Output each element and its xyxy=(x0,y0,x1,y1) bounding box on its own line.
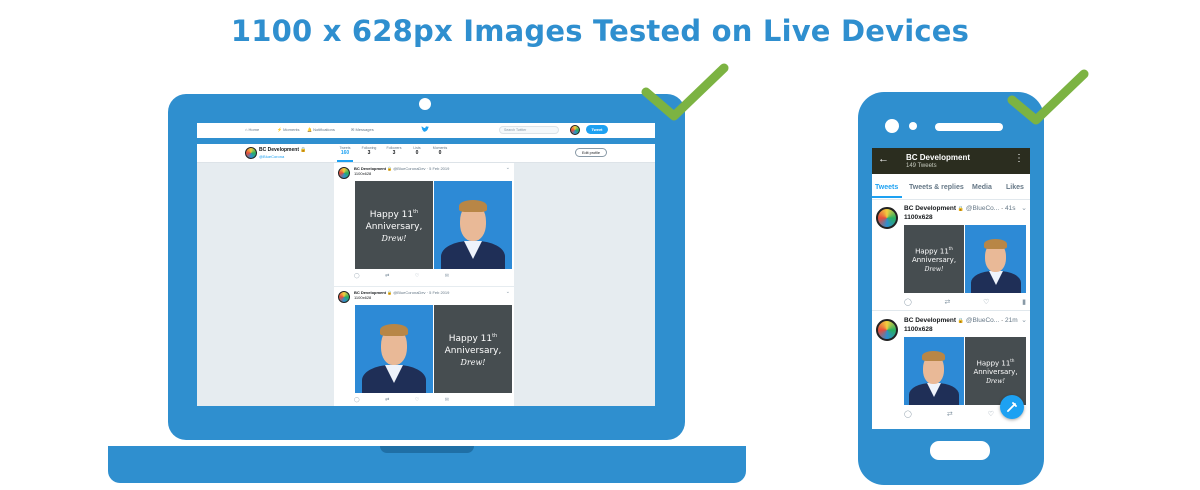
compose-icon xyxy=(1007,402,1017,412)
tweet-image-left[interactable]: Happy 11th Anniversary, Drew! xyxy=(904,225,964,293)
reply-icon[interactable]: ◯ xyxy=(354,273,360,279)
tweet-button[interactable]: Tweet xyxy=(586,125,608,134)
tweet-header: BC Development 🔒 @BlueCo... · 21m xyxy=(904,317,1018,324)
back-arrow-icon[interactable]: ← xyxy=(878,153,889,165)
laptop-notch xyxy=(380,446,474,453)
tweet-text: 1100x628 xyxy=(354,171,372,176)
tweet-image-left[interactable] xyxy=(355,305,433,393)
reply-icon[interactable]: ◯ xyxy=(354,397,360,403)
tab-tweets[interactable]: Tweets xyxy=(875,184,898,191)
tab-active-indicator xyxy=(872,196,902,198)
tweet-text: 1100x628 xyxy=(354,295,372,300)
tweet-caret-icon[interactable]: ⌄ xyxy=(1021,316,1027,324)
reply-icon[interactable]: ◯ xyxy=(904,298,912,306)
tweet-actions: ◯ ⇄ ♡ ✉ xyxy=(354,397,449,403)
edit-profile-button[interactable]: Edit profile xyxy=(575,148,607,157)
lock-icon: 🔒 xyxy=(957,318,965,324)
tab-tweets-replies[interactable]: Tweets & replies xyxy=(909,184,964,191)
like-icon[interactable]: ♡ xyxy=(415,397,419,403)
lock-icon: 🔒 xyxy=(387,290,393,295)
page-headline: 1100 x 628px Images Tested on Live Devic… xyxy=(230,14,970,48)
dm-icon[interactable]: ✉ xyxy=(445,397,449,403)
phone-tweet-1[interactable]: BC Development 🔒 @BlueCo... · 41s ⌄ 1100… xyxy=(872,200,1030,311)
nav-messages[interactable]: ✉ Messages xyxy=(351,127,374,132)
retweet-icon[interactable]: ⇄ xyxy=(385,397,389,403)
laptop-timeline: BC Development 🔒 @BlueCoronaDev · 5 Feb … xyxy=(334,163,514,406)
phone-screen: ← BC Development 149 Tweets ⋮ Tweets Twe… xyxy=(872,148,1030,429)
tweet-actions: ◯ ⇄ ♡ ✉ xyxy=(354,273,449,279)
tweet-caret-icon[interactable]: ⌄ xyxy=(1021,204,1027,212)
twitter-bird-icon xyxy=(421,126,429,132)
tweet-image-left[interactable]: Happy 11th Anniversary, Drew! xyxy=(355,181,433,269)
stat-following[interactable]: Following 3 xyxy=(360,146,378,156)
nav-moments[interactable]: ⚡ Moments xyxy=(277,127,300,132)
tweet-image-right[interactable] xyxy=(434,181,512,269)
phone-tabs: Tweets Tweets & replies Media Likes xyxy=(872,181,1030,200)
phone-home-button[interactable] xyxy=(930,441,990,460)
phone-speaker xyxy=(935,123,1003,131)
phone-checkmark-icon xyxy=(1007,69,1089,125)
like-icon[interactable]: ♡ xyxy=(988,410,994,418)
twitter-top-nav: ⌂ Home ⚡ Moments 🔔 Notifications ✉ Messa… xyxy=(197,123,655,139)
phone-header: ← BC Development 149 Tweets ⋮ xyxy=(872,148,1030,174)
compose-tweet-button[interactable] xyxy=(1000,395,1024,419)
portrait-hair xyxy=(922,351,945,361)
nav-home[interactable]: ⌂ Home xyxy=(245,127,259,132)
tweet-avatar xyxy=(338,291,350,303)
portrait-hair xyxy=(380,324,408,336)
tweet-actions: ◯ ⇄ ♡ xyxy=(904,410,994,418)
tweet-avatar xyxy=(338,167,350,179)
phone-sensor xyxy=(909,122,917,130)
tweet-text: 1100x628 xyxy=(904,214,933,221)
like-icon[interactable]: ♡ xyxy=(415,273,419,279)
profile-handle: @BlueCorona xyxy=(259,154,285,159)
portrait-hair xyxy=(984,239,1007,249)
tweet-image-left[interactable] xyxy=(904,337,964,405)
laptop-camera xyxy=(419,98,431,110)
stat-moments[interactable]: Moments 0 xyxy=(431,146,449,156)
lock-icon: 🔒 xyxy=(387,166,393,171)
tweet-actions: ◯ ⇄ ♡ ▮ xyxy=(904,298,1026,306)
dm-icon[interactable]: ✉ xyxy=(445,273,449,279)
retweet-icon[interactable]: ⇄ xyxy=(947,410,953,418)
tweet-avatar xyxy=(876,319,898,341)
tweet-image-right[interactable]: Happy 11th Anniversary, Drew! xyxy=(434,305,512,393)
retweet-icon[interactable]: ⇄ xyxy=(385,273,389,279)
stat-followers[interactable]: Followers 3 xyxy=(385,146,403,156)
lock-icon: 🔒 xyxy=(957,206,965,212)
profile-avatar xyxy=(245,147,257,159)
phone-tweet-2[interactable]: BC Development 🔒 @BlueCo... · 21m ⌄ 1100… xyxy=(872,311,1030,429)
stat-lists[interactable]: Lists 0 xyxy=(410,146,424,156)
laptop-checkmark-icon xyxy=(641,63,729,121)
portrait-hair xyxy=(459,200,487,212)
phone-header-title: BC Development xyxy=(906,153,971,162)
retweet-icon[interactable]: ⇄ xyxy=(945,298,951,306)
tweet-image-right[interactable] xyxy=(965,225,1026,293)
search-input[interactable]: Search Twitter xyxy=(499,126,559,134)
tab-likes[interactable]: Likes xyxy=(1006,184,1024,191)
stat-tweets[interactable]: Tweets 160 xyxy=(337,146,353,162)
tweet-text: 1100x628 xyxy=(904,326,933,333)
analytics-icon[interactable]: ▮ xyxy=(1022,298,1026,306)
tweet-header: BC Development 🔒 @BlueCo... · 41s xyxy=(904,205,1016,212)
profile-stats-bar: BC Development 🔒 @BlueCorona Tweets 160 … xyxy=(197,144,655,163)
tweet-caret-icon[interactable]: ⌄ xyxy=(506,289,510,295)
phone-camera xyxy=(885,119,899,133)
phone-header-subtitle: 149 Tweets xyxy=(906,163,937,169)
tweet-caret-icon[interactable]: ⌄ xyxy=(506,165,510,171)
lock-icon: 🔒 xyxy=(300,147,307,153)
like-icon[interactable]: ♡ xyxy=(983,298,989,306)
tab-media[interactable]: Media xyxy=(972,184,992,191)
tweet-avatar xyxy=(876,207,898,229)
laptop-screen: ⌂ Home ⚡ Moments 🔔 Notifications ✉ Messa… xyxy=(197,123,655,406)
nav-notifications[interactable]: 🔔 Notifications xyxy=(307,127,335,132)
profile-name: BC Development 🔒 xyxy=(259,147,307,153)
nav-avatar[interactable] xyxy=(570,125,580,135)
reply-icon[interactable]: ◯ xyxy=(904,410,912,418)
kebab-menu-icon[interactable]: ⋮ xyxy=(1014,153,1024,164)
laptop-tweet-2[interactable]: BC Development 🔒 @BlueCoronaDev · 5 Feb … xyxy=(334,287,514,406)
laptop-tweet-1[interactable]: BC Development 🔒 @BlueCoronaDev · 5 Feb … xyxy=(334,163,514,287)
